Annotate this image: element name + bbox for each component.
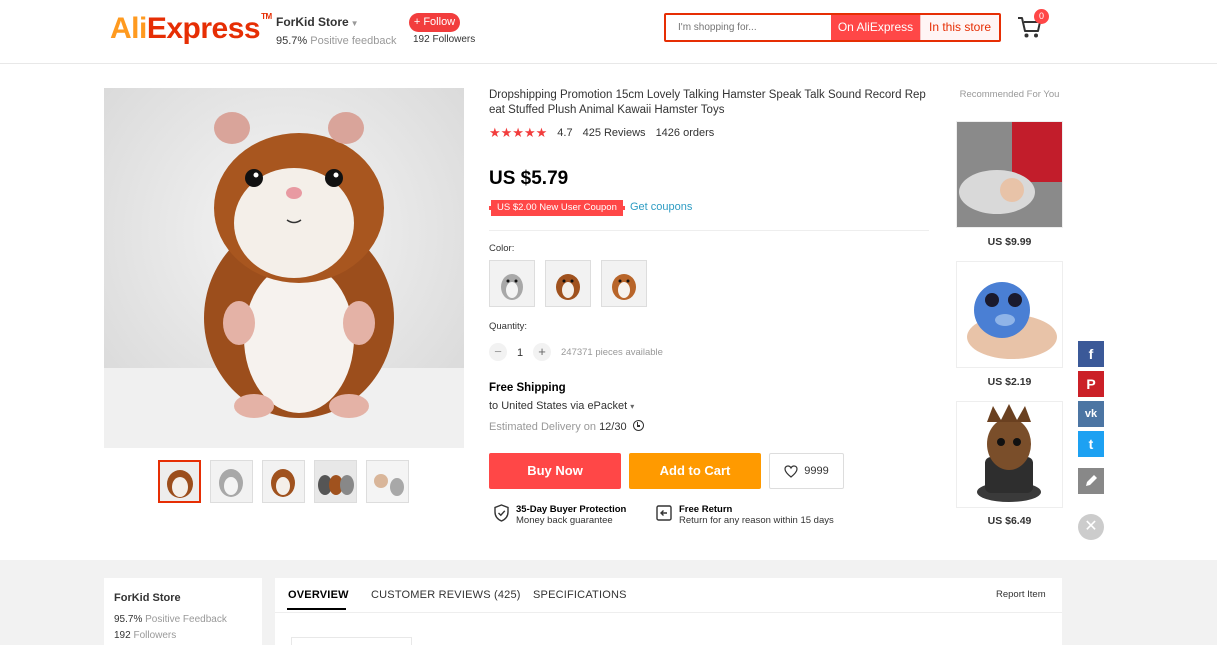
estimated-delivery: Estimated Delivery on 12/30	[489, 420, 644, 433]
header: AliExpressTM ForKid Store ▼ 95.7% Positiv…	[0, 0, 1217, 64]
active-tab-indicator	[287, 608, 346, 610]
color-label: Color:	[489, 243, 515, 254]
report-item-link[interactable]: Report Item	[996, 589, 1046, 600]
recommended-item-image-2[interactable]	[956, 261, 1063, 368]
tab-customer-reviews[interactable]: CUSTOMER REVIEWS (425)	[371, 589, 521, 601]
search-in-store-button[interactable]: In this store	[920, 15, 999, 40]
store-name-link[interactable]: ForKid Store ▼	[276, 15, 359, 29]
followers-count: 192 Followers	[413, 34, 476, 45]
chevron-down-icon: ▾	[630, 402, 635, 411]
tab-overview[interactable]: OVERVIEW	[288, 589, 349, 601]
coupon-badge[interactable]: US $2.00 New User Coupon	[489, 200, 625, 216]
thumbnail-1[interactable]	[158, 460, 201, 503]
search-bar: On AliExpress In this store	[664, 13, 1001, 42]
rating-value: 4.7	[557, 127, 573, 139]
wishlist-button[interactable]: 9999	[769, 453, 844, 489]
shield-check-icon	[494, 504, 509, 522]
recommended-title: Recommended For You	[959, 89, 1060, 100]
orders-count: 1426 orders	[655, 127, 715, 139]
divider	[489, 230, 929, 231]
get-coupons-link[interactable]: Get coupons	[630, 201, 692, 213]
recommended-item-price-3: US $6.49	[987, 515, 1032, 527]
rating-row: ★★★★★ 4.7 425 Reviews 1426 orders	[489, 125, 724, 141]
close-icon[interactable]: ✕	[1078, 514, 1104, 540]
add-to-cart-button[interactable]: Add to Cart	[629, 453, 761, 489]
clock-icon[interactable]	[632, 420, 644, 431]
reviews-link[interactable]: 425 Reviews	[583, 127, 646, 139]
color-option-brown[interactable]	[545, 260, 591, 307]
rating-stars: ★★★★★	[489, 125, 548, 140]
store-card-name[interactable]: ForKid Store	[114, 592, 252, 604]
thumbnail-4[interactable]	[314, 460, 357, 503]
product-tabs: OVERVIEW CUSTOMER REVIEWS (425) SPECIFIC…	[275, 578, 1062, 645]
buyer-protection[interactable]: 35-Day Buyer Protection Money back guara…	[493, 504, 626, 526]
recommended-item-image-1[interactable]	[956, 121, 1063, 228]
search-on-aliexpress-button[interactable]: On AliExpress	[831, 15, 920, 40]
recommended-item-image-3[interactable]	[956, 401, 1063, 508]
store-feedback: 95.7% Positive feedback	[276, 35, 397, 47]
available-pieces: 247371 pieces available	[561, 347, 663, 358]
recommended-item-price-1: US $9.99	[987, 236, 1032, 248]
return-icon	[656, 505, 672, 521]
quantity-decrease-button[interactable]: −	[489, 343, 507, 361]
product-price: US $5.79	[489, 168, 569, 189]
free-return[interactable]: Free Return Return for any reason within…	[655, 504, 834, 526]
store-card-followers: 192 Followers	[114, 630, 177, 641]
heart-icon	[784, 464, 798, 478]
thumbnail-3[interactable]	[262, 460, 305, 503]
cart-count-badge: 0	[1034, 9, 1049, 24]
search-input[interactable]	[666, 15, 831, 40]
follow-button[interactable]: + Follow	[409, 13, 460, 32]
store-card-feedback: 95.7% Positive Feedback	[114, 614, 227, 625]
wishlist-count: 9999	[804, 465, 829, 477]
vk-share-icon[interactable]: vk	[1078, 401, 1104, 427]
shipping-method-select[interactable]: to United States via ePacket ▾	[489, 400, 634, 412]
pinterest-share-icon[interactable]: P	[1078, 371, 1104, 397]
color-option-gray[interactable]	[489, 260, 535, 307]
aliexpress-logo[interactable]: AliExpressTM	[110, 12, 272, 46]
product-main-image[interactable]	[104, 88, 464, 448]
chevron-down-icon: ▼	[350, 19, 359, 28]
twitter-share-icon[interactable]: t	[1078, 431, 1104, 457]
recommended-item-price-2: US $2.19	[987, 376, 1032, 388]
thumbnail-2[interactable]	[210, 460, 253, 503]
facebook-share-icon[interactable]: f	[1078, 341, 1104, 367]
buy-now-button[interactable]: Buy Now	[489, 453, 621, 489]
store-card: ForKid Store 95.7% Positive Feedback 192…	[104, 578, 262, 645]
shipping-title: Free Shipping	[489, 382, 566, 394]
tab-specifications[interactable]: SPECIFICATIONS	[533, 589, 627, 601]
overview-content-box	[291, 637, 412, 645]
product-title: Dropshipping Promotion 15cm Lovely Talki…	[489, 89, 926, 116]
color-option-light-brown[interactable]	[601, 260, 647, 307]
quantity-value[interactable]: 1	[517, 347, 523, 359]
quantity-label: Quantity:	[489, 321, 528, 332]
tabs-divider	[275, 612, 1062, 613]
thumbnail-5[interactable]	[366, 460, 409, 503]
edit-icon[interactable]	[1078, 468, 1104, 494]
quantity-increase-button[interactable]: +	[533, 343, 551, 361]
